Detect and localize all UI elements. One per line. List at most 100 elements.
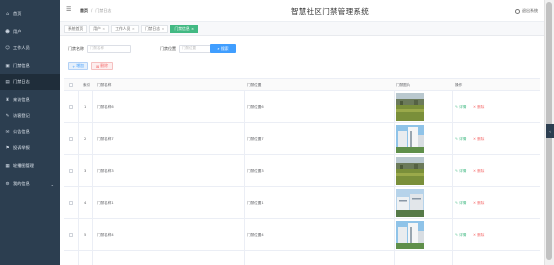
search-bar: 门禁名称 门禁名称 门禁位置 门禁位置 xyxy=(68,44,225,53)
top-header: ☰ 首页 / 门禁日志 智慧社区门禁管理系统 退出系统 xyxy=(60,0,544,22)
name-search-label: 门禁名称 xyxy=(68,45,84,51)
close-icon[interactable]: × xyxy=(102,25,105,33)
cell-name: 门禁名称4 xyxy=(97,233,114,237)
select-all-checkbox[interactable] xyxy=(69,83,73,87)
log-icon: ▤ xyxy=(5,79,10,85)
cell-index: 1 xyxy=(84,105,87,109)
sidebar-item-3[interactable]: ▣ 门禁信息 xyxy=(0,58,60,74)
row-delete-link[interactable]: ✕ 删除 xyxy=(473,201,484,206)
detail-icon: ✎ xyxy=(455,201,459,205)
detail-link[interactable]: ✎ 详情 xyxy=(455,201,466,206)
table-row: 2 门禁名称7 门禁位置7 ✎ 详情 ✕ 删除 xyxy=(64,123,540,155)
sidebar-item-0[interactable]: ⌂ 首页 xyxy=(0,6,60,22)
sidebar-item-label: 门禁日志 xyxy=(13,79,30,84)
row-delete-label: 删除 xyxy=(477,137,485,141)
delete-icon: ⊠ xyxy=(96,63,100,69)
tab-3[interactable]: 门禁日志 × xyxy=(140,24,169,33)
table-row: 4 门禁名称1 门禁位置1 ✎ 详情 ✕ 删除 xyxy=(64,187,540,219)
close-icon[interactable]: × xyxy=(132,25,135,33)
row-delete-link[interactable]: ✕ 删除 xyxy=(473,105,484,110)
cell-name: 门禁名称3 xyxy=(97,169,114,173)
breadcrumb-home[interactable]: 首页 xyxy=(80,8,88,14)
tab-label: 用户 xyxy=(93,25,101,31)
sidebar-item-4[interactable]: ▤ 门禁日志 xyxy=(0,74,60,90)
breadcrumb-current: 门禁日志 xyxy=(95,8,112,13)
detail-icon: ✎ xyxy=(455,105,459,109)
breadcrumb: 首页 / 门禁日志 xyxy=(80,8,111,14)
row-delete-link[interactable]: ✕ 删除 xyxy=(473,137,484,142)
detail-link[interactable]: ✎ 详情 xyxy=(455,105,466,110)
header-image: 门禁图片 xyxy=(396,83,411,87)
cell-name: 门禁名称7 xyxy=(97,137,114,141)
row-delete-link[interactable]: ✕ 删除 xyxy=(473,169,484,174)
detail-icon: ✎ xyxy=(455,233,459,237)
header-index: 索引 xyxy=(83,83,91,87)
tab-2[interactable]: 工作人员 × xyxy=(111,24,139,33)
cell-location: 门禁位置1 xyxy=(247,201,264,205)
logout-label: 退出系统 xyxy=(522,8,538,13)
tab-0[interactable]: 系统首页 xyxy=(64,24,88,33)
sidebar-item-1[interactable]: ☻ 用户 xyxy=(0,24,60,40)
doorcard-icon: ▣ xyxy=(5,63,10,69)
sidebar-item-2[interactable]: ☺ 工作人员 xyxy=(0,40,60,56)
row-delete-label: 删除 xyxy=(477,169,485,173)
cell-location: 门禁位置7 xyxy=(247,137,264,141)
row-checkbox[interactable] xyxy=(69,233,73,237)
detail-icon: ✎ xyxy=(455,137,459,141)
home-icon: ⌂ xyxy=(6,11,9,17)
sidebar-item-label: 门禁信息 xyxy=(13,63,30,68)
side-collapse-tab[interactable]: ‹ xyxy=(546,124,554,138)
table-header-row: 索引 门禁名称 门禁位置 门禁图片 操作 xyxy=(64,79,540,91)
detail-link[interactable]: ✎ 详情 xyxy=(455,233,466,238)
header-name: 门禁名称 xyxy=(97,83,112,87)
sidebar-item-9[interactable]: ▦ 轮播图管理 xyxy=(0,158,60,174)
row-delete-link[interactable]: ✕ 删除 xyxy=(473,233,484,238)
sidebar: ⌂ 首页 ☻ 用户 ☺ 工作人员 ▣ 门禁信息 ▤ 门禁日志 ♜ 来访信息 ✎ 访客登记 ✉ 公告信息 ⚑ 投诉举… xyxy=(0,0,60,265)
access-gate-photo xyxy=(396,189,424,217)
cell-location: 门禁位置3 xyxy=(247,169,264,173)
row-checkbox[interactable] xyxy=(69,105,73,109)
batch-delete-button[interactable]: ⊠ 删除 xyxy=(91,62,113,70)
system-title: 智慧社区门禁管理系统 xyxy=(291,7,369,16)
close-icon[interactable]: × xyxy=(191,25,194,33)
table-row: 5 门禁名称4 门禁位置4 ✎ 详情 ✕ 删除 xyxy=(64,219,540,251)
search-button[interactable]: ⌕ 搜索 xyxy=(210,44,236,53)
add-button[interactable]: + 增加 xyxy=(68,62,88,70)
sidebar-item-label: 首页 xyxy=(13,11,22,16)
menu-toggle-icon[interactable]: ☰ xyxy=(66,7,72,13)
close-icon[interactable]: × xyxy=(162,25,165,33)
sidebar-item-10[interactable]: ⚙ 我的信息 ⌄ xyxy=(0,176,60,192)
sidebar-item-label: 投诉举报 xyxy=(13,145,30,150)
cell-name: 门禁名称1 xyxy=(97,201,114,205)
detail-label: 详情 xyxy=(459,201,467,205)
detail-label: 详情 xyxy=(459,137,467,141)
row-checkbox[interactable] xyxy=(69,137,73,141)
detail-link[interactable]: ✎ 详情 xyxy=(455,137,466,142)
detail-link[interactable]: ✎ 详情 xyxy=(455,169,466,174)
delete-button-label: 删除 xyxy=(100,63,108,68)
table-row: 1 门禁名称6 门禁位置6 ✎ 详情 ✕ 删除 xyxy=(64,91,540,123)
row-delete-label: 删除 xyxy=(477,201,485,205)
search-button-label: 搜索 xyxy=(221,45,229,51)
logout-button[interactable]: 退出系统 xyxy=(515,8,538,14)
notice-icon: ✉ xyxy=(5,129,10,135)
cell-index: 5 xyxy=(84,233,87,237)
tab-4[interactable]: 门禁信息 × xyxy=(170,24,199,33)
trash-icon: ✕ xyxy=(473,137,477,141)
tab-label: 系统首页 xyxy=(68,25,84,31)
sidebar-item-label: 用户 xyxy=(13,29,22,34)
complaint-icon: ⚑ xyxy=(5,145,10,151)
row-checkbox[interactable] xyxy=(69,201,73,205)
tab-1[interactable]: 用户 × xyxy=(89,24,110,33)
sidebar-item-7[interactable]: ✉ 公告信息 xyxy=(0,124,60,140)
sidebar-item-6[interactable]: ✎ 访客登记 xyxy=(0,108,60,124)
sidebar-item-8[interactable]: ⚑ 投诉举报 xyxy=(0,140,60,156)
sidebar-item-label: 来访信息 xyxy=(13,97,30,102)
add-button-label: 增加 xyxy=(76,63,84,68)
sidebar-item-5[interactable]: ♜ 来访信息 xyxy=(0,92,60,108)
name-search-input[interactable]: 门禁名称 xyxy=(87,44,131,53)
tab-label: 工作人员 xyxy=(115,25,131,31)
row-checkbox[interactable] xyxy=(69,169,73,173)
trash-icon: ✕ xyxy=(473,201,477,205)
detail-icon: ✎ xyxy=(455,169,459,173)
